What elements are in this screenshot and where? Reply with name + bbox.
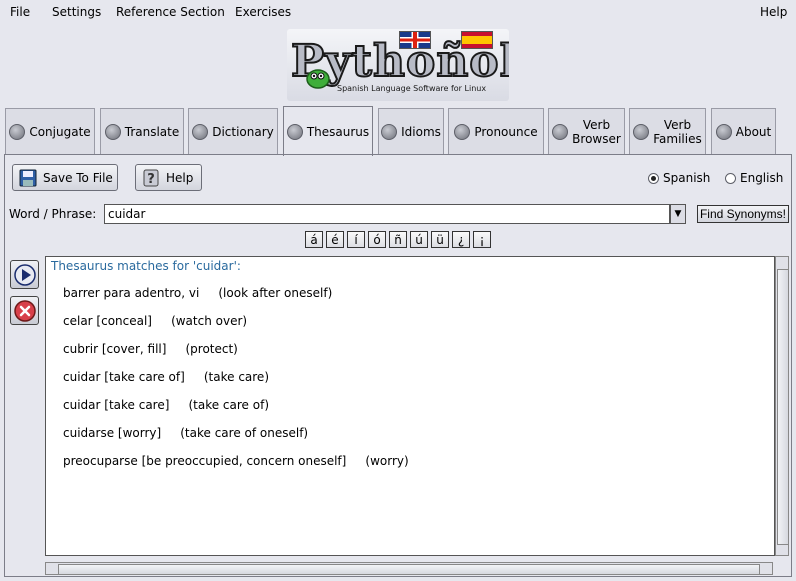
tab-led-icon [715,123,732,140]
tab-dictionary[interactable]: Dictionary [188,108,278,154]
play-icon [13,263,36,286]
help-label: Help [166,170,194,185]
clear-button[interactable] [10,296,39,325]
horizontal-scrollbar[interactable] [45,562,773,575]
result-row: barrer para adentro, vi (look after ones… [63,286,333,300]
accent-a-button[interactable]: á [305,231,323,248]
vertical-scrollbar[interactable] [775,256,789,556]
tab-verb-browser[interactable]: Verb Browser [548,108,625,154]
tab-thesaurus[interactable]: Thesaurus [283,106,373,156]
tab-label: Dictionary [212,124,274,139]
result-row: preocuparse [be preoccupied, concern one… [63,454,409,468]
radio-spanish[interactable]: Spanish [648,171,710,185]
tab-led-icon [633,123,650,140]
menu-file[interactable]: File [10,5,30,19]
help-question-icon: ? [143,169,159,187]
result-row: cuidarse [worry] (take care of oneself) [63,426,309,440]
radio-unselected-icon [725,172,736,184]
result-row: cubrir [cover, fill] (protect) [63,342,238,356]
logo-subtitle: Spanish Language Software for Linux [337,84,487,93]
tab-led-icon [381,123,398,140]
accent-u-button[interactable]: ú [410,231,428,248]
app-logo: Pythoñol Spanish Language Software for L… [287,29,509,101]
tab-label: Translate [124,124,180,139]
snake-mascot-icon [306,69,330,89]
inverted-question-button[interactable]: ¿ [452,231,470,248]
accent-n-button[interactable]: ñ [389,231,407,248]
menu-bar: File Settings Reference Section Exercise… [0,0,796,24]
accent-e-button[interactable]: é [326,231,344,248]
horizontal-scroll-thumb[interactable] [58,564,760,575]
floppy-disk-icon [19,169,37,186]
inverted-exclamation-button[interactable]: ¡ [473,231,491,248]
radio-english[interactable]: English [725,171,783,185]
results-title: Thesaurus matches for 'cuidar': [51,259,241,273]
tab-verb-families[interactable]: Verb Families [629,108,706,154]
radio-selected-icon [648,172,659,184]
tab-led-icon [286,123,303,140]
word-phrase-label: Word / Phrase: [9,207,97,221]
vertical-scroll-thumb[interactable] [777,269,789,545]
tab-idioms[interactable]: Idioms [378,108,444,154]
tab-label: About [735,124,772,139]
result-row: cuidar [take care] (take care of) [63,398,269,412]
tab-led-icon [454,123,471,140]
svg-text:?: ? [147,172,155,187]
radio-spanish-label: Spanish [663,171,711,185]
tab-label: Verb Browser [572,117,621,146]
tab-pronounce[interactable]: Pronounce [448,108,544,154]
word-phrase-input[interactable] [104,204,670,224]
history-dropdown-button[interactable]: ▼ [670,204,686,224]
accent-u-umlaut-button[interactable]: ü [431,231,449,248]
tab-led-icon [104,123,121,140]
tab-label: Conjugate [29,124,91,139]
tab-label: Thesaurus [306,124,370,139]
save-to-file-label: Save To File [43,170,113,185]
menu-exercises[interactable]: Exercises [235,5,291,19]
tab-led-icon [192,123,209,140]
speak-button[interactable] [10,260,39,289]
save-to-file-button[interactable]: Save To File [12,164,118,191]
tab-led-icon [9,123,26,140]
tab-led-icon [552,123,569,140]
result-row: celar [conceal] (watch over) [63,314,248,328]
tab-label: Pronounce [474,124,538,139]
tab-about[interactable]: About [711,108,776,154]
accent-i-button[interactable]: í [347,231,365,248]
thesaurus-results[interactable]: Thesaurus matches for 'cuidar': barrer p… [45,256,775,556]
radio-english-label: English [740,171,784,185]
chevron-down-icon: ▼ [674,209,682,219]
menu-reference-section[interactable]: Reference Section [116,5,225,19]
menu-help[interactable]: Help [760,5,787,19]
menu-settings[interactable]: Settings [52,5,101,19]
tab-label: Idioms [401,124,441,139]
result-row: cuidar [take care of] (take care) [63,370,269,384]
help-button[interactable]: ? Help [135,164,202,191]
tab-conjugate[interactable]: Conjugate [5,108,95,154]
accent-o-button[interactable]: ó [368,231,386,248]
tab-label: Verb Families [653,117,702,146]
find-synonyms-button[interactable]: Find Synonyms! [697,205,789,223]
close-icon [13,299,36,322]
tab-translate[interactable]: Translate [100,108,184,154]
